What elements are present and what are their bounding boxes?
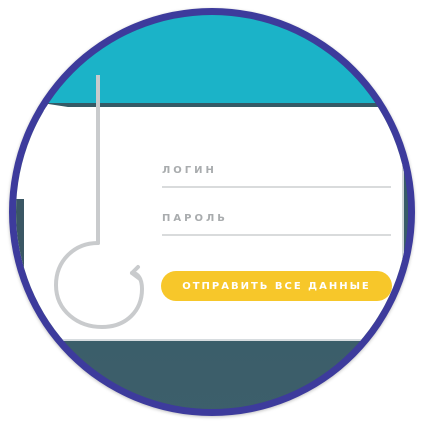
login-field-label[interactable]: ЛОГИН xyxy=(162,165,217,176)
fishing-hook-icon xyxy=(53,75,145,330)
password-field-underline[interactable] xyxy=(162,234,391,236)
password-field-label[interactable]: ПАРОЛЬ xyxy=(162,213,228,224)
submit-all-data-button[interactable]: ОТПРАВИТЬ ВСЕ ДАННЫЕ xyxy=(161,271,392,301)
card-edge xyxy=(16,199,24,409)
phishing-illustration-badge: ЛОГИН ПАРОЛЬ ОТПРАВИТЬ ВСЕ ДАННЫЕ xyxy=(9,8,415,416)
login-scene: ЛОГИН ПАРОЛЬ ОТПРАВИТЬ ВСЕ ДАННЫЕ xyxy=(16,15,408,409)
login-field-underline[interactable] xyxy=(162,186,391,188)
